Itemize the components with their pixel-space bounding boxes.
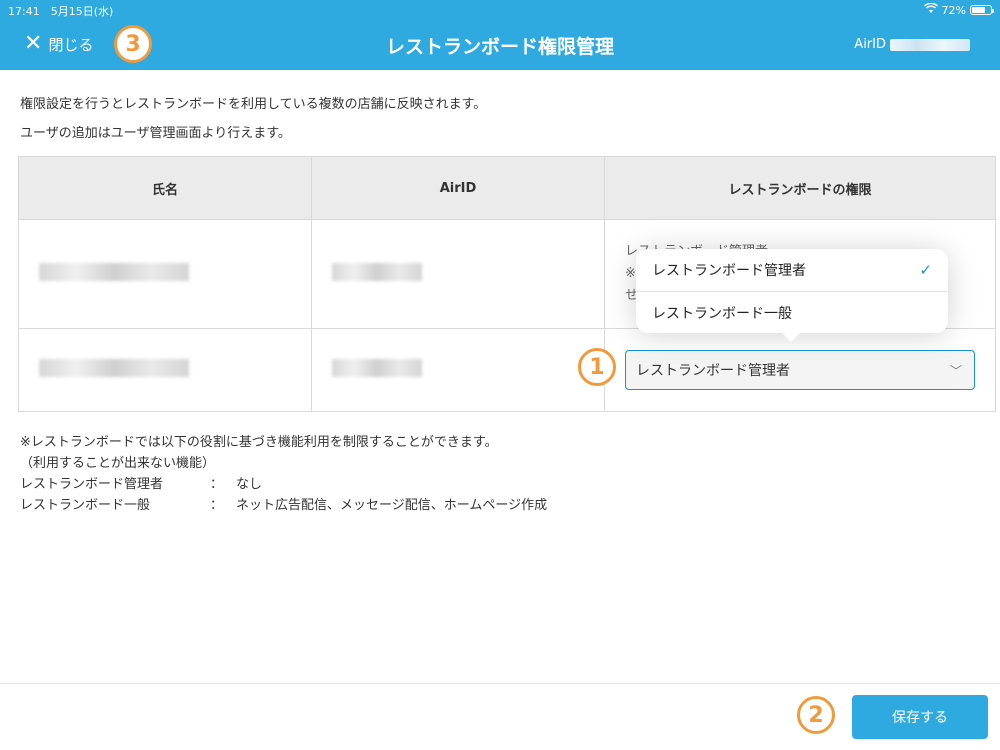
user-name-redacted [39, 263, 189, 281]
note-general-row: レストランボード一般 ： ネット広告配信、メッセージ配信、ホームページ作成 [20, 495, 547, 516]
intro-text: 権限設定を行うとレストランボードを利用している複数の店舗に反映されます。 ユーザ… [20, 90, 486, 148]
table-header-row: 氏名 AirID レストランボードの権限 [18, 156, 996, 220]
chevron-down-icon: ﹀ [949, 363, 962, 378]
header-name: 氏名 [18, 156, 312, 220]
airid-display: AirID [854, 37, 970, 52]
user-airid-redacted [332, 359, 422, 377]
intro-line-1: 権限設定を行うとレストランボードを利用している複数の店舗に反映されます。 [20, 97, 487, 112]
dropdown-option-admin[interactable]: レストランボード管理者 ✓ [636, 249, 948, 291]
header-permission: レストランボードの権限 [604, 156, 996, 220]
wifi-icon [923, 2, 938, 17]
note-admin-label: レストランボード管理者 [20, 477, 164, 492]
dropdown-option-general[interactable]: レストランボード一般 [636, 291, 948, 334]
user-name-cell [18, 219, 312, 329]
header-airid: AirID [311, 156, 605, 220]
user-name-redacted [39, 359, 189, 377]
permission-select[interactable]: レストランボード管理者 ﹀ [625, 350, 975, 390]
step-badge-3: 3 [114, 25, 152, 63]
user-airid-redacted [332, 263, 422, 281]
note-separator: ： [210, 477, 224, 492]
role-notes: ※レストランボードでは以下の役割に基づき機能利用を制限することができます。 （利… [20, 432, 547, 516]
option-label: レストランボード管理者 [652, 263, 806, 279]
save-button[interactable]: 保存する [852, 695, 988, 739]
user-name-cell [18, 328, 312, 412]
note-admin-row: レストランボード管理者 ： なし [20, 474, 547, 495]
status-time: 17:41 5月15日(水) [8, 5, 114, 18]
checkmark-icon: ✓ [919, 261, 932, 279]
note-admin-value: なし [236, 477, 263, 492]
note-line-1: ※レストランボードでは以下の役割に基づき機能利用を制限することができます。 [20, 435, 498, 450]
note-line-2: （利用することが出来ない機能） [20, 456, 216, 471]
table-row: レストランボード管理者 ﹀ [18, 328, 996, 412]
popover-arrow [781, 332, 801, 342]
step-badge-2: 2 [797, 696, 835, 734]
battery-percent: 72% [941, 3, 966, 17]
status-bar: 17:41 5月15日(水) 72% [0, 0, 1000, 20]
battery-icon [970, 5, 994, 15]
note-separator: ： [210, 498, 224, 513]
step-badge-1: 1 [578, 348, 616, 386]
user-airid-cell [311, 219, 605, 329]
permission-select-value: レストランボード管理者 [636, 363, 790, 379]
airid-redacted [890, 38, 970, 51]
airid-label: AirID [854, 37, 886, 52]
status-right: 72% [923, 2, 994, 17]
note-general-value: ネット広告配信、メッセージ配信、ホームページ作成 [236, 498, 548, 513]
option-label: レストランボード一般 [652, 306, 792, 322]
intro-line-2: ユーザの追加はユーザ管理画面より行えます。 [20, 126, 291, 141]
permission-dropdown-popover: レストランボード管理者 ✓ レストランボード一般 [636, 249, 948, 342]
user-airid-cell [311, 328, 605, 412]
footer-divider [0, 683, 1000, 684]
note-general-label: レストランボード一般 [20, 498, 151, 513]
